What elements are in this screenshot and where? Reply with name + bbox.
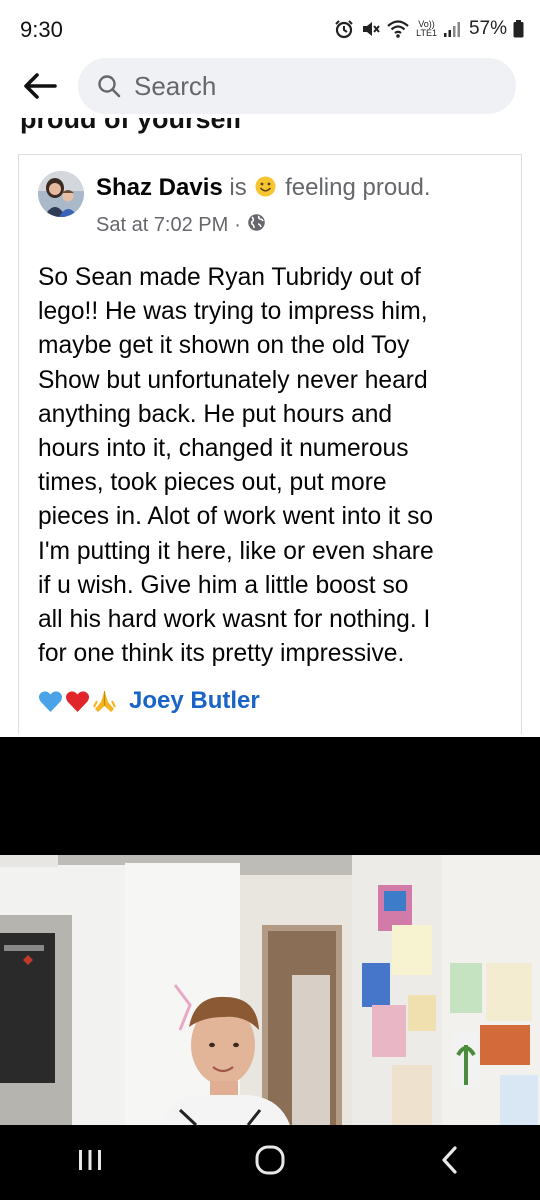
status-time: 9:30 xyxy=(20,17,63,42)
tagged-person-link[interactable]: Joey Butler xyxy=(129,687,260,715)
mute-icon xyxy=(360,19,380,39)
status-icons: Vo)) LTE1 57% xyxy=(334,18,524,40)
cutoff-text: proud of yourself xyxy=(20,118,242,134)
post-author-line: Shaz Davis is feeling proud. xyxy=(96,174,431,202)
back-button[interactable] xyxy=(18,66,62,110)
recent-apps-button[interactable] xyxy=(45,1133,135,1193)
feeling-text: feeling proud. xyxy=(285,174,431,201)
alarm-icon xyxy=(334,19,354,39)
avatar[interactable] xyxy=(38,171,84,217)
recent-apps-icon xyxy=(76,1148,104,1177)
navigation-bar xyxy=(0,1125,540,1200)
search-placeholder: Search xyxy=(134,70,217,101)
wifi-icon xyxy=(386,19,410,39)
author-name[interactable]: Shaz Davis xyxy=(96,174,223,201)
red-heart-icon xyxy=(65,689,90,714)
globe-icon xyxy=(247,213,266,238)
signal-icon xyxy=(443,20,461,38)
system-back-button[interactable] xyxy=(405,1133,495,1193)
search-icon xyxy=(96,73,122,99)
post-meta: Sat at 7:02 PM · xyxy=(96,213,266,238)
post-media[interactable] xyxy=(0,737,540,1125)
battery-icon xyxy=(513,20,524,38)
search-input[interactable]: Search xyxy=(78,58,516,114)
connector-text: is xyxy=(229,174,247,201)
network-label: Vo)) LTE1 xyxy=(416,19,437,38)
post-timestamp[interactable]: Sat at 7:02 PM xyxy=(96,214,228,237)
praying-hands-icon xyxy=(92,689,117,714)
arrow-left-icon xyxy=(23,72,57,105)
smiley-icon xyxy=(255,176,276,197)
meta-separator: · xyxy=(234,214,241,236)
battery-percentage: 57% xyxy=(468,18,507,39)
home-button[interactable] xyxy=(225,1133,315,1193)
cutoff-text-label: proud of yourself xyxy=(20,118,242,134)
home-icon xyxy=(254,1144,286,1181)
post-footer: Joey Butler xyxy=(38,687,260,715)
status-bar: 9:30 Vo)) LTE1 57% xyxy=(0,0,540,58)
post-photo[interactable] xyxy=(0,855,540,1125)
post-body-text: So Sean made Ryan Tubridy out of lego!! … xyxy=(38,264,434,668)
blue-heart-icon xyxy=(38,689,63,714)
shared-post-card: Shaz Davis is feeling proud. Sat at 7:02… xyxy=(18,154,522,734)
back-icon xyxy=(439,1145,461,1180)
header: Search xyxy=(0,58,540,120)
